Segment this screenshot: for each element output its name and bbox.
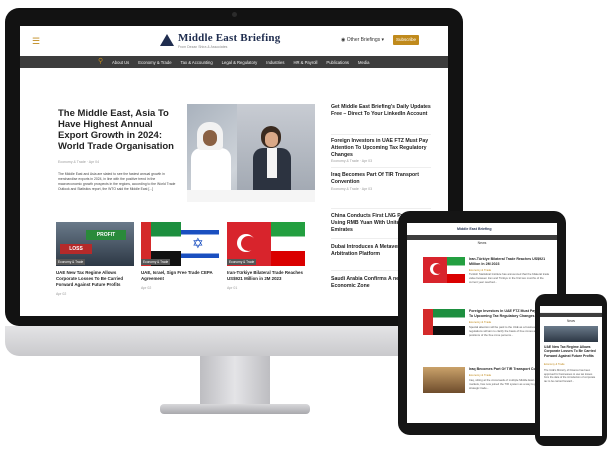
hero-image[interactable] — [187, 104, 315, 202]
hero-headline[interactable]: The Middle East, Asia To Have Highest An… — [58, 108, 176, 152]
face-shape — [203, 130, 217, 146]
phone-article-image[interactable] — [544, 326, 598, 342]
camera-dot — [232, 12, 237, 17]
phone-article-title[interactable]: UAE New Tax Regime Allows Corporate Loss… — [544, 345, 598, 358]
table-shape — [187, 190, 315, 202]
chevron-down-icon: ▾ — [381, 37, 385, 43]
tablet-article-meta: Economy & Trade — [469, 373, 492, 377]
main-nav: ⚲ About Us Economy & Trade Tax & Accountin… — [20, 56, 448, 68]
right-list-item[interactable]: Get Middle East Briefing's Daily Updates… — [331, 104, 431, 118]
nav-item[interactable]: Legal & Regulatory — [222, 60, 258, 65]
desktop-screen: ☰ Middle East Briefing From Dezan Shira … — [20, 26, 448, 316]
card-meta: Apr 02 — [141, 286, 152, 290]
card-title[interactable]: UAE New Tax Regime Allows Corporate Loss… — [56, 270, 136, 288]
tablet-article-image[interactable] — [423, 309, 465, 335]
monitor-chin — [5, 326, 463, 356]
site-logo[interactable]: Middle East Briefing — [178, 32, 280, 44]
other-briefings-label: Other Briefings — [346, 37, 381, 43]
card-tag[interactable]: Economy & Trade — [56, 259, 86, 265]
nav-item[interactable]: Publications — [326, 60, 349, 65]
site-header: ☰ Middle East Briefing From Dezan Shira … — [20, 26, 448, 57]
nav-item[interactable]: About Us — [112, 60, 129, 65]
search-icon[interactable]: ⚲ — [98, 58, 103, 66]
card-tag[interactable]: Economy & Trade — [141, 259, 171, 265]
nav-item[interactable]: Industries — [266, 60, 284, 65]
right-list-item[interactable]: Iraq Becomes Part Of TIR Transport Conve… — [331, 172, 431, 186]
nav-item[interactable]: Media — [358, 60, 369, 65]
divider — [331, 208, 431, 209]
card-meta: Apr 02 — [56, 292, 67, 296]
divider — [331, 167, 431, 168]
globe-icon: ◉ — [341, 37, 346, 43]
card-title[interactable]: Iran-Türkiye Bilateral Trade Reaches US$… — [227, 270, 307, 282]
card-title[interactable]: UAE, Israel, Sign Free Trade CEPA Agreem… — [141, 270, 221, 282]
phone-section-heading: News — [567, 319, 575, 323]
tablet-article-meta: Economy & Trade — [469, 320, 492, 324]
nav-item[interactable]: Tax & Accounting — [181, 60, 213, 65]
logo-tagline: From Dezan Shira & Associates — [178, 45, 228, 49]
card-meta: Apr 01 — [227, 286, 238, 290]
divider — [331, 134, 431, 135]
monitor-stand-base — [160, 404, 310, 414]
tablet-article-image[interactable] — [423, 257, 465, 283]
loss-sign: LOSS — [60, 244, 92, 254]
monitor-stand-neck — [200, 356, 270, 408]
tablet-nav — [407, 235, 557, 240]
right-list-item[interactable]: Foreign Investors in UAE FTZ Must Pay At… — [331, 138, 431, 158]
logo-mark-icon[interactable] — [160, 34, 174, 46]
card-tag[interactable]: Economy & Trade — [227, 259, 257, 265]
phone-header — [540, 306, 602, 313]
tablet-article-image[interactable] — [423, 367, 465, 393]
nav-items: About Us Economy & Trade Tax & Accounting L… — [112, 56, 369, 68]
phone-screen: News UAE New Tax Regime Allows Corporate… — [540, 306, 602, 436]
israel-flag: ✡ — [181, 222, 219, 266]
shirt-shape — [267, 148, 277, 178]
tablet-article-excerpt: Turkish Statistical Institute has announ… — [469, 272, 550, 284]
hero-excerpt: The Middle East and Asia are slated to s… — [58, 172, 176, 191]
face-shape — [265, 132, 278, 147]
hero-meta: Economy & Trade · Apr 04 — [58, 160, 100, 164]
star-icon: ✡ — [192, 235, 204, 251]
right-list-meta: Economy & Trade · Apr 03 — [331, 159, 373, 163]
right-list-meta: Economy & Trade · Apr 03 — [331, 187, 373, 191]
phone-article-excerpt: The UAE's Ministry of Finance has been a… — [544, 369, 596, 383]
other-briefings-dropdown[interactable]: ◉ Other Briefings ▾ — [341, 37, 384, 43]
profit-sign: PROFIT — [86, 230, 126, 240]
iran-flag — [271, 222, 305, 266]
tablet-article-title[interactable]: Iran-Türkiye Bilateral Trade Reaches US$… — [469, 257, 553, 266]
phone-nav — [540, 313, 602, 317]
subscribe-button[interactable]: Subscribe — [393, 35, 419, 45]
tablet-logo[interactable]: Middle East Briefing — [457, 227, 492, 231]
hamburger-menu-icon[interactable]: ☰ — [32, 37, 40, 46]
tablet-section-heading: News — [477, 241, 487, 245]
nav-item[interactable]: Economy & Trade — [138, 60, 171, 65]
nav-item[interactable]: HR & Payroll — [293, 60, 317, 65]
phone-article-meta: Economy & Trade — [544, 363, 565, 366]
